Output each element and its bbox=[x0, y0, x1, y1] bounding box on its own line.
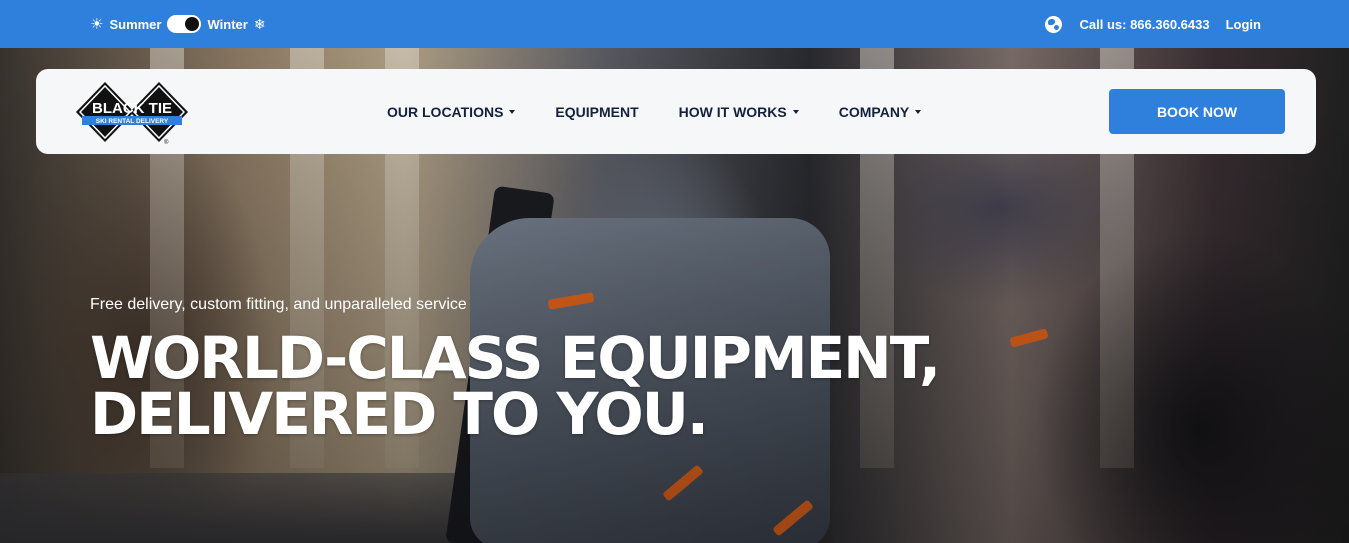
season-summer-label[interactable]: Summer bbox=[109, 17, 161, 32]
nav-item-how-it-works[interactable]: HOW IT WORKS bbox=[679, 104, 799, 120]
hero-subline: Free delivery, custom fitting, and unpar… bbox=[90, 296, 467, 313]
sun-icon: ☀ bbox=[90, 16, 104, 33]
book-now-button[interactable]: BOOK NOW bbox=[1109, 89, 1285, 134]
chevron-down-icon bbox=[509, 110, 516, 114]
main-nav-card: BLACK TIE SKI RENTAL DELIVERY ® OUR LOCA… bbox=[36, 69, 1316, 154]
hero-headline-line1: WORLD-CLASS EQUIPMENT, bbox=[90, 324, 941, 392]
chevron-down-icon bbox=[915, 110, 922, 114]
top-utility-bar: ☀ Summer Winter ❄ Call us: 866.360.6433 … bbox=[0, 0, 1349, 48]
season-winter-label[interactable]: Winter bbox=[207, 17, 247, 32]
nav-item-label: HOW IT WORKS bbox=[678, 104, 787, 120]
nav-item-label: COMPANY bbox=[838, 104, 910, 120]
brand-logo[interactable]: BLACK TIE SKI RENTAL DELIVERY ® bbox=[72, 78, 192, 146]
nav-item-our-locations[interactable]: OUR LOCATIONS bbox=[387, 104, 516, 120]
primary-nav: OUR LOCATIONS EQUIPMENT HOW IT WORKS COM… bbox=[387, 103, 961, 121]
logo-registered-mark: ® bbox=[164, 139, 169, 146]
logo-name: BLACK TIE bbox=[92, 100, 172, 117]
toggle-knob bbox=[185, 17, 200, 31]
nav-item-company[interactable]: COMPANY bbox=[839, 104, 922, 120]
nav-item-label: EQUIPMENT bbox=[555, 104, 639, 120]
hero-headline-line2: DELIVERED TO YOU. bbox=[90, 380, 709, 448]
nav-item-equipment[interactable]: EQUIPMENT bbox=[555, 104, 638, 120]
globe-icon[interactable] bbox=[1044, 15, 1062, 33]
chevron-down-icon bbox=[792, 110, 799, 114]
season-switcher: ☀ Summer Winter ❄ bbox=[90, 14, 266, 34]
utility-links: Call us: 866.360.6433 Login bbox=[1044, 14, 1261, 34]
season-toggle[interactable] bbox=[167, 15, 202, 33]
logo-tagline: SKI RENTAL DELIVERY bbox=[96, 118, 169, 125]
nav-item-label: OUR LOCATIONS bbox=[387, 104, 504, 120]
logo-graphic: BLACK TIE SKI RENTAL DELIVERY ® bbox=[76, 82, 188, 146]
login-link[interactable]: Login bbox=[1226, 17, 1261, 32]
call-us-link[interactable]: Call us: 866.360.6433 bbox=[1080, 17, 1210, 32]
snowflake-icon: ❄ bbox=[253, 15, 266, 32]
hero-headline: WORLD-CLASS EQUIPMENT, DELIVERED TO YOU. bbox=[90, 324, 941, 448]
